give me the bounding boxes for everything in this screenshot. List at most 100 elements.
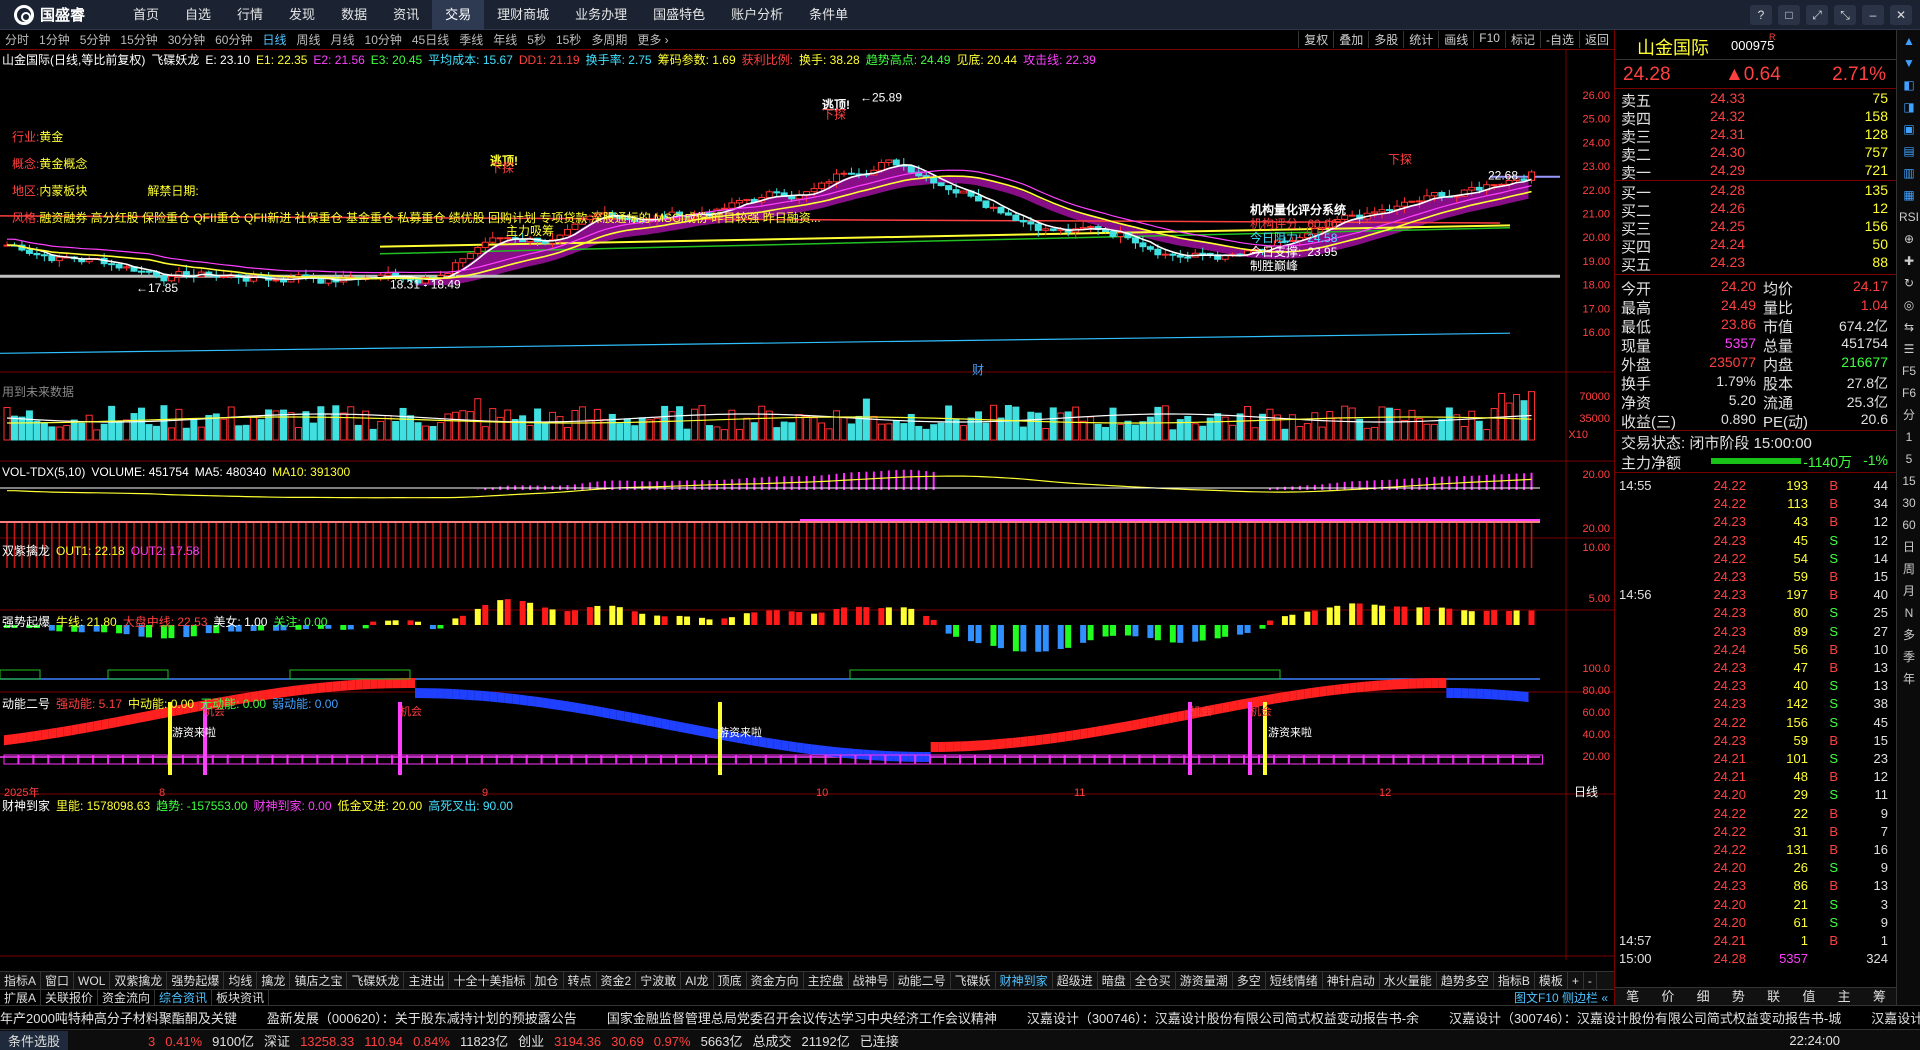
chart-tool-0[interactable]: 复权 (1298, 31, 1333, 48)
sidebar-item-22[interactable]: 60 (1897, 514, 1920, 536)
sidebar-item-21[interactable]: 30 (1897, 492, 1920, 514)
period-tab-7[interactable]: 周线 (291, 31, 325, 48)
window-button-5-icon[interactable]: ✕ (1890, 4, 1912, 25)
period-tab-9[interactable]: 10分钟 (360, 31, 407, 48)
indicator-tab-11[interactable]: 加仓 (531, 972, 564, 989)
period-tab-1[interactable]: 1分钟 (34, 31, 75, 48)
indicator-tab-16[interactable]: 顶底 (714, 972, 747, 989)
indicator-tab-22[interactable]: 财神到家 (996, 972, 1053, 989)
news-item[interactable]: 国家金融监督管理总局党委召开会议传达学习中央经济工作会议精神 (607, 1008, 997, 1027)
window-button-4-icon[interactable]: – (1862, 4, 1884, 25)
quote-footer-tab-7[interactable]: 筹 (1862, 988, 1897, 1005)
indicator-tab-3[interactable]: 双紫擒龙 (110, 972, 168, 989)
window-button-0-icon[interactable]: ? (1750, 4, 1772, 25)
menu-item-2[interactable]: 行情 (224, 0, 276, 30)
period-tab-2[interactable]: 5分钟 (75, 31, 116, 48)
indicator-tab-7[interactable]: 镇店之宝 (290, 972, 348, 989)
period-tab-12[interactable]: 年线 (488, 31, 522, 48)
info-tab-3[interactable]: 综合资讯 (155, 989, 213, 1006)
indicator-tab-34[interactable]: + (1568, 972, 1584, 989)
period-tab-3[interactable]: 15分钟 (115, 31, 162, 48)
indicator-tab-19[interactable]: 战神号 (849, 972, 894, 989)
menu-item-5[interactable]: 资讯 (380, 0, 432, 30)
indicator-tab-30[interactable]: 水火量能 (1380, 972, 1437, 989)
info-tab-0[interactable]: 扩展A (0, 989, 42, 1006)
quote-footer-tab-1[interactable]: 价 (1650, 988, 1685, 1005)
quote-footer-tab-2[interactable]: 细 (1686, 988, 1721, 1005)
sidebar-item-12[interactable]: ◎ (1897, 294, 1920, 316)
menu-item-8[interactable]: 业务办理 (562, 0, 640, 30)
chart-tool-8[interactable]: 返回 (1578, 31, 1614, 48)
window-button-1-icon[interactable]: □ (1778, 4, 1800, 25)
menu-item-9[interactable]: 国盛特色 (640, 0, 718, 30)
indicator-tab-25[interactable]: 全仓买 (1131, 972, 1176, 989)
news-item[interactable]: 年产2000吨特种高分子材料聚酯酮及关键 (0, 1008, 237, 1027)
sidebar-item-28[interactable]: 季 (1897, 646, 1920, 668)
menu-item-4[interactable]: 数据 (328, 0, 380, 30)
sidebar-item-17[interactable]: 分 (1897, 404, 1920, 426)
sidebar-item-1[interactable]: ▼ (1897, 52, 1920, 74)
news-item[interactable]: 汉嘉设计（300746）：汉嘉设计股份有限公司简式权益变动报告书-余 (1027, 1008, 1419, 1027)
menu-item-1[interactable]: 自选 (172, 0, 224, 30)
period-tab-13[interactable]: 5秒 (522, 31, 551, 48)
indicator-tab-31[interactable]: 趋势多空 (1437, 972, 1494, 989)
indicator-tab-4[interactable]: 强势起爆 (167, 972, 225, 989)
sidebar-item-23[interactable]: 日 (1897, 536, 1920, 558)
quote-footer-tab-4[interactable]: 联 (1756, 988, 1791, 1005)
chart-tool-4[interactable]: 画线 (1438, 31, 1473, 48)
period-tab-16[interactable]: 更多 › (632, 31, 673, 48)
indicator-tab-15[interactable]: AI龙 (681, 972, 714, 989)
menu-item-0[interactable]: 首页 (120, 0, 172, 30)
sidebar-item-19[interactable]: 5 (1897, 448, 1920, 470)
window-button-2-icon[interactable]: ⤢ (1806, 4, 1828, 25)
indicator-tab-21[interactable]: 飞碟妖 (951, 972, 996, 989)
period-tab-8[interactable]: 月线 (326, 31, 360, 48)
period-tab-5[interactable]: 60分钟 (210, 31, 257, 48)
period-tab-10[interactable]: 45日线 (407, 31, 454, 48)
sidebar-item-16[interactable]: F6 (1897, 382, 1920, 404)
sidebar-item-6[interactable]: ▥ (1897, 162, 1920, 184)
sidebar-item-24[interactable]: 周 (1897, 558, 1920, 580)
menu-item-7[interactable]: 理财商城 (484, 0, 562, 30)
window-button-3-icon[interactable]: ⤡ (1834, 4, 1856, 25)
indicator-tab-32[interactable]: 指标B (1494, 972, 1535, 989)
quote-footer-tab-5[interactable]: 值 (1791, 988, 1826, 1005)
indicator-tab-13[interactable]: 资金2 (597, 972, 637, 989)
news-item[interactable]: 汉嘉设计（3 (1871, 1008, 1920, 1027)
indicator-tab-0[interactable]: 指标A (0, 972, 42, 989)
indicator-tab-1[interactable]: 窗口 (41, 972, 75, 989)
indicator-tab-5[interactable]: 均线 (224, 972, 258, 989)
sidebar-item-11[interactable]: ↻ (1897, 272, 1920, 294)
indicator-tab-17[interactable]: 资金方向 (747, 972, 804, 989)
indicator-tab-6[interactable]: 擒龙 (257, 972, 291, 989)
sidebar-item-5[interactable]: ▤ (1897, 140, 1920, 162)
indicator-tab-26[interactable]: 游资量潮 (1176, 972, 1233, 989)
menu-item-3[interactable]: 发现 (276, 0, 328, 30)
indicator-tab-28[interactable]: 短线情绪 (1266, 972, 1323, 989)
indicator-tab-35[interactable]: - (1584, 972, 1597, 989)
sidebar-item-20[interactable]: 15 (1897, 470, 1920, 492)
indicator-tab-10[interactable]: 十全十美指标 (449, 972, 531, 989)
chart-area[interactable]: 26.00 25.00 24.00 23.00 22.00 21.00 20.00 19.00… (0, 50, 1614, 960)
chart-tool-1[interactable]: 叠加 (1333, 31, 1368, 48)
quote-footer-tab-3[interactable]: 势 (1721, 988, 1756, 1005)
chart-tool-6[interactable]: 标记 (1504, 31, 1540, 48)
sidebar-item-14[interactable]: ☰ (1897, 338, 1920, 360)
indicator-tab-24[interactable]: 暗盘 (1098, 972, 1131, 989)
menu-item-6[interactable]: 交易 (432, 0, 485, 30)
f10-sidebar-toggle[interactable]: 图文F10 侧边栏 « (1514, 989, 1614, 1006)
sidebar-item-29[interactable]: 年 (1897, 668, 1920, 690)
period-tab-0[interactable]: 分时 (0, 31, 34, 48)
sidebar-item-10[interactable]: ✚ (1897, 250, 1920, 272)
indicator-tab-12[interactable]: 转点 (564, 972, 597, 989)
indicator-tab-8[interactable]: 飞碟妖龙 (347, 972, 405, 989)
menu-item-10[interactable]: 账户分析 (718, 0, 796, 30)
quote-footer-tab-0[interactable]: 笔 (1615, 988, 1650, 1005)
indicator-tab-23[interactable]: 超级进 (1053, 972, 1098, 989)
sidebar-item-18[interactable]: 1 (1897, 426, 1920, 448)
condition-select-button[interactable]: 条件选股 (0, 1030, 69, 1050)
sidebar-item-15[interactable]: F5 (1897, 360, 1920, 382)
indicator-tab-2[interactable]: WOL (74, 972, 111, 989)
indicator-tab-14[interactable]: 宁波敢 (636, 972, 682, 989)
sidebar-item-2[interactable]: ◧ (1897, 74, 1920, 96)
